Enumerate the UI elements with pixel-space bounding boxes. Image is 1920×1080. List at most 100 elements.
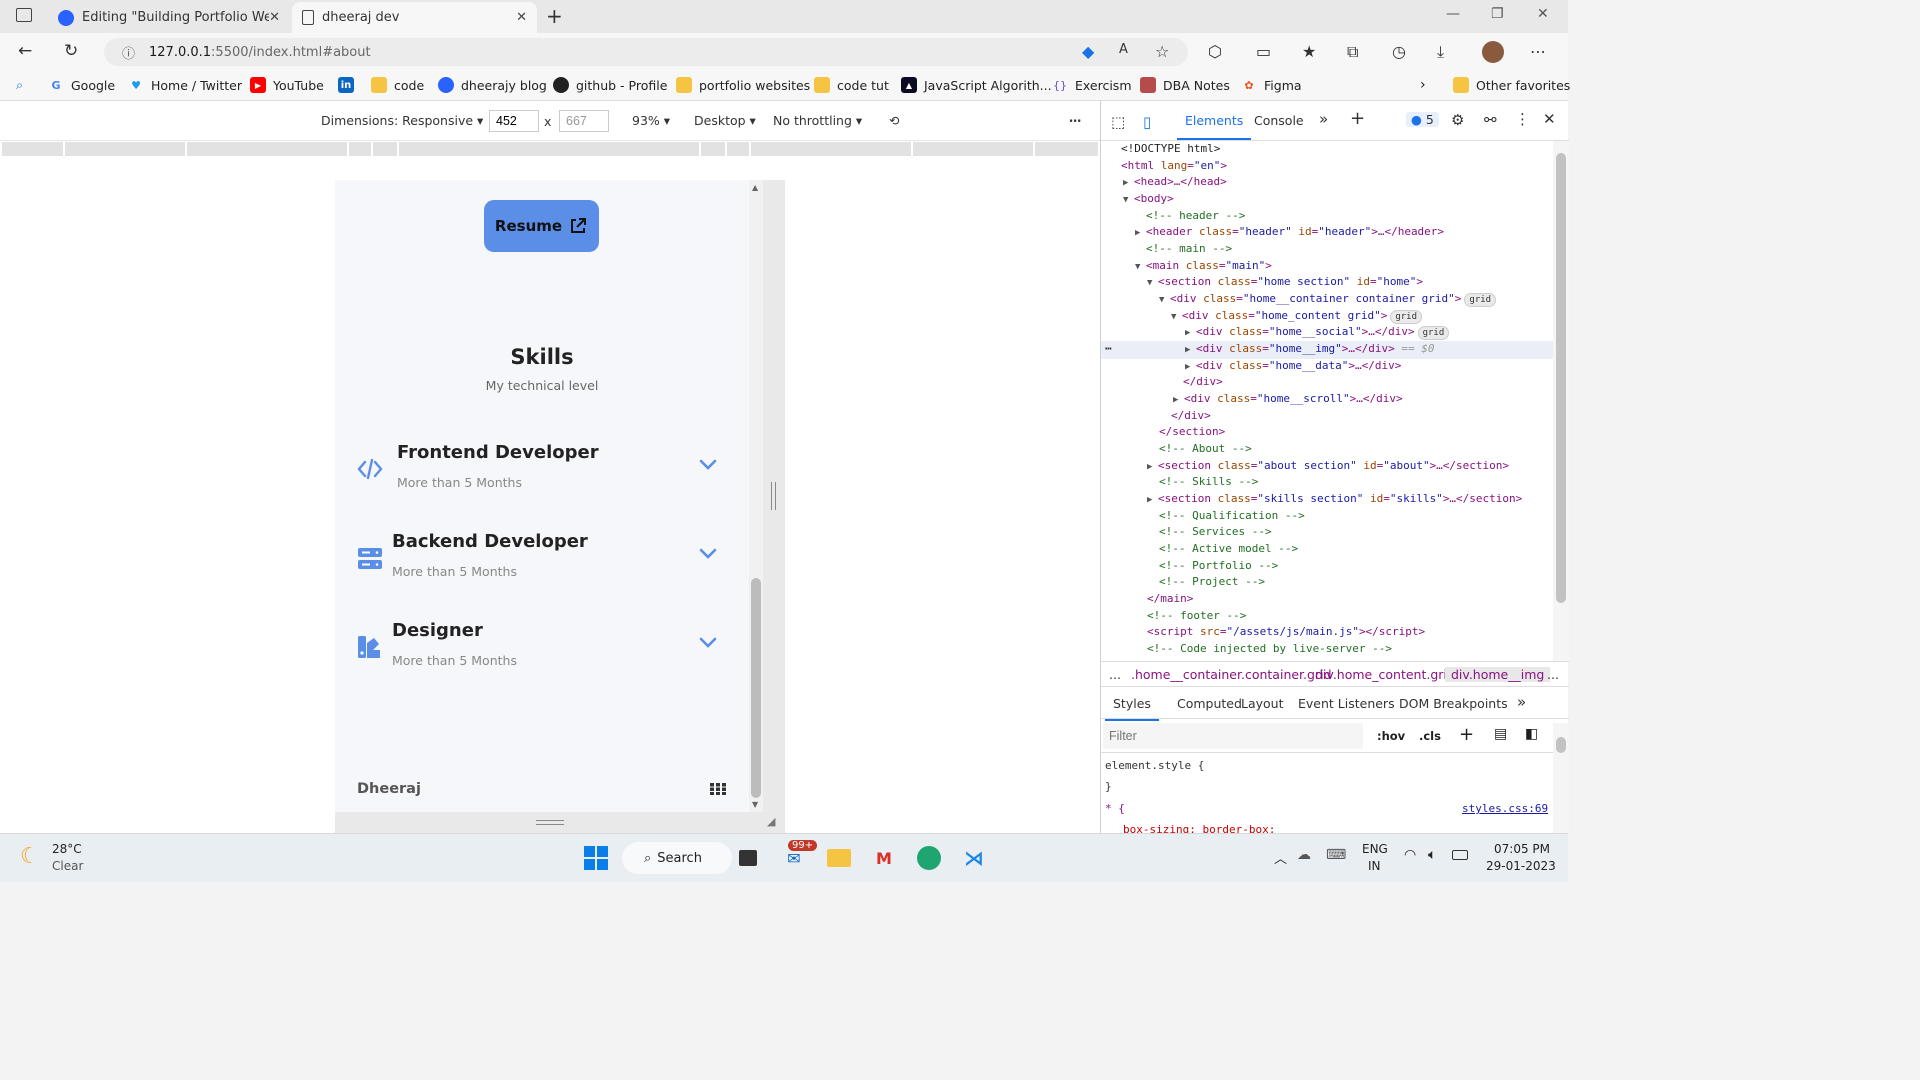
dimensions-select[interactable]: Dimensions: Responsive ▾ bbox=[321, 113, 483, 128]
windows-start-icon[interactable] bbox=[584, 846, 608, 870]
dom-line[interactable]: <!-- footer --> bbox=[1147, 608, 1246, 625]
dom-line[interactable]: </div> bbox=[1183, 374, 1223, 391]
dom-line[interactable]: <!-- Skills --> bbox=[1159, 474, 1258, 491]
new-tab-button[interactable]: + bbox=[546, 4, 563, 28]
dom-line[interactable]: <!-- About --> bbox=[1159, 441, 1252, 458]
css-source-link[interactable]: styles.css:69 bbox=[1462, 802, 1548, 815]
fav-figma[interactable]: ✿ Figma bbox=[1241, 77, 1301, 93]
ruler-segment[interactable] bbox=[913, 142, 1033, 156]
extensions-icon[interactable]: ⬡ bbox=[1208, 42, 1222, 61]
cast-icon[interactable]: ▭ bbox=[1256, 42, 1271, 61]
shield-icon[interactable]: ◆ bbox=[1082, 42, 1094, 61]
fav-dba-notes[interactable]: DBA Notes bbox=[1140, 77, 1230, 93]
close-window-icon[interactable]: ✕ bbox=[1537, 6, 1549, 22]
fav-google[interactable]: G Google bbox=[48, 77, 115, 93]
zoom-select[interactable]: 93% ▾ bbox=[632, 113, 670, 128]
resize-corner-icon[interactable]: ◢ bbox=[767, 815, 775, 828]
new-rule-icon[interactable]: + bbox=[1459, 724, 1474, 745]
tab-styles[interactable]: Styles bbox=[1105, 696, 1159, 721]
volume-icon[interactable]: 🔈︎ bbox=[1428, 847, 1436, 863]
dom-line[interactable]: <!-- Portfolio --> bbox=[1159, 558, 1278, 575]
weather-desc[interactable]: Clear bbox=[52, 859, 83, 873]
scroll-up-icon[interactable]: ▲ bbox=[752, 183, 758, 192]
more-options-icon[interactable]: ⋯ bbox=[1069, 113, 1082, 128]
tab-dom-breakpoints[interactable]: DOM Breakpoints bbox=[1399, 696, 1508, 711]
apps-grid-icon[interactable] bbox=[710, 783, 726, 795]
read-aloud-icon[interactable]: A bbox=[1119, 42, 1128, 57]
sidebar-toggle-icon[interactable]: ◧ bbox=[1525, 726, 1538, 742]
more-icon[interactable]: ⋮ bbox=[1515, 110, 1530, 128]
dom-line[interactable]: </div> bbox=[1171, 408, 1211, 425]
more-icon[interactable]: ⋯ bbox=[1530, 42, 1546, 61]
ruler-segment[interactable] bbox=[2, 142, 63, 156]
tab-console[interactable]: Console bbox=[1254, 113, 1304, 128]
fav-github[interactable]: github - Profile bbox=[553, 77, 667, 93]
file-explorer-icon[interactable] bbox=[825, 844, 853, 872]
fav-freecodecamp[interactable]: ▲ JavaScript Algorith... bbox=[901, 77, 1052, 93]
dom-line[interactable]: ▼ <body> bbox=[1123, 191, 1174, 209]
close-tab-icon[interactable]: ✕ bbox=[516, 10, 527, 25]
dom-line[interactable]: ▶ <div class="home__scroll">…</div> bbox=[1173, 391, 1403, 409]
restore-icon[interactable]: ❐ bbox=[1491, 6, 1504, 22]
chevron-down-icon[interactable] bbox=[699, 458, 717, 472]
ruler-segment[interactable] bbox=[349, 142, 371, 156]
page-scrollbar-thumb[interactable] bbox=[751, 578, 761, 798]
weather-temp[interactable]: 28°C bbox=[52, 842, 82, 856]
tab-actions-icon[interactable] bbox=[16, 8, 32, 22]
ruler-segment[interactable] bbox=[751, 142, 911, 156]
nav-logo[interactable]: Dheeraj bbox=[357, 781, 421, 797]
dom-line[interactable]: ▶ <div class="home__social">…</div> grid bbox=[1185, 324, 1450, 342]
dom-line[interactable]: <!-- Project --> bbox=[1159, 574, 1265, 591]
breadcrumb-item[interactable]: ... bbox=[1547, 667, 1559, 682]
chevron-down-icon[interactable] bbox=[699, 547, 717, 561]
ruler-segment[interactable] bbox=[373, 142, 397, 156]
rotate-icon[interactable]: ⟲ bbox=[889, 113, 899, 128]
onedrive-icon[interactable]: ☁ bbox=[1297, 847, 1311, 863]
dom-line[interactable]: ▼ <section class="home section" id="home"… bbox=[1147, 274, 1423, 292]
avatar[interactable] bbox=[1482, 41, 1504, 63]
back-icon[interactable]: ← bbox=[18, 41, 32, 61]
vscode-icon[interactable]: ⋊ bbox=[960, 844, 988, 872]
dom-scrollbar-thumb[interactable] bbox=[1556, 153, 1566, 603]
fav-portfolio[interactable]: portfolio websites bbox=[676, 77, 810, 93]
address-input[interactable]: ⓘ 127.0.0.1:5500/index.html#about bbox=[104, 38, 1188, 66]
keyboard-icon[interactable]: ⌨ bbox=[1326, 847, 1346, 863]
dom-line[interactable]: ▶ <header class="header" id="header">…</h… bbox=[1135, 224, 1444, 242]
dom-tree[interactable]: <!DOCTYPE html> <html lang="en"> ▶ <head>… bbox=[1101, 141, 1553, 661]
add-favorite-icon[interactable]: ☆ bbox=[1155, 42, 1169, 61]
dom-line[interactable]: </section> bbox=[1159, 424, 1225, 441]
history-icon[interactable]: ◷ bbox=[1392, 42, 1406, 61]
info-icon[interactable]: ⓘ bbox=[122, 43, 135, 62]
fav-code-tut[interactable]: code tut bbox=[814, 77, 889, 93]
clock-date[interactable]: 29-01-2023 bbox=[1486, 859, 1556, 873]
chevron-up-icon[interactable]: ︿ bbox=[1274, 848, 1287, 867]
cls-toggle[interactable]: .cls bbox=[1419, 729, 1441, 743]
downloads-icon[interactable]: ⤓ bbox=[1437, 42, 1444, 62]
skill-frontend[interactable]: Frontend Developer More than 5 Months bbox=[357, 442, 729, 502]
paint-icon[interactable]: ▤ bbox=[1494, 726, 1507, 742]
hov-toggle[interactable]: :hov bbox=[1377, 729, 1405, 743]
weather-moon-icon[interactable]: ☾ bbox=[20, 844, 40, 869]
breadcrumb-item-selected[interactable]: div.home__img bbox=[1445, 667, 1551, 682]
chevron-down-icon[interactable] bbox=[699, 636, 717, 650]
dom-line-selected[interactable]: ▶ <div class="home__img">…</div> == $0 bbox=[1101, 341, 1553, 359]
tab-editing-blog[interactable]: Editing "Building Portfolio Websi ✕ bbox=[48, 2, 290, 33]
clock-time[interactable]: 07:05 PM bbox=[1494, 842, 1550, 856]
tab-event-listeners[interactable]: Event Listeners bbox=[1298, 696, 1395, 711]
settings-icon[interactable]: ⚙ bbox=[1451, 111, 1464, 129]
tab-layout[interactable]: Layout bbox=[1241, 696, 1284, 711]
scroll-down-icon[interactable]: ▼ bbox=[752, 800, 758, 809]
taskbar-search[interactable]: ⌕ Search bbox=[622, 842, 732, 874]
close-tab-icon[interactable]: ✕ bbox=[269, 10, 280, 25]
dom-line[interactable]: ▶ <section class="skills section" id="ski… bbox=[1147, 491, 1522, 509]
more-tabs-icon[interactable]: » bbox=[1517, 693, 1526, 711]
dom-line[interactable]: <html lang="en"> bbox=[1121, 158, 1227, 175]
ruler-segment[interactable] bbox=[727, 142, 749, 156]
device-toggle-icon[interactable]: ▯ bbox=[1143, 113, 1151, 131]
collections-icon[interactable]: ⧉ bbox=[1347, 42, 1358, 62]
gmail-icon[interactable]: M bbox=[870, 844, 898, 872]
dom-line[interactable]: <!DOCTYPE html> bbox=[1121, 141, 1220, 158]
fav-youtube[interactable]: ▶ YouTube bbox=[250, 77, 324, 93]
tab-computed[interactable]: Computed bbox=[1177, 696, 1242, 711]
device-type-select[interactable]: Desktop ▾ bbox=[694, 113, 756, 128]
